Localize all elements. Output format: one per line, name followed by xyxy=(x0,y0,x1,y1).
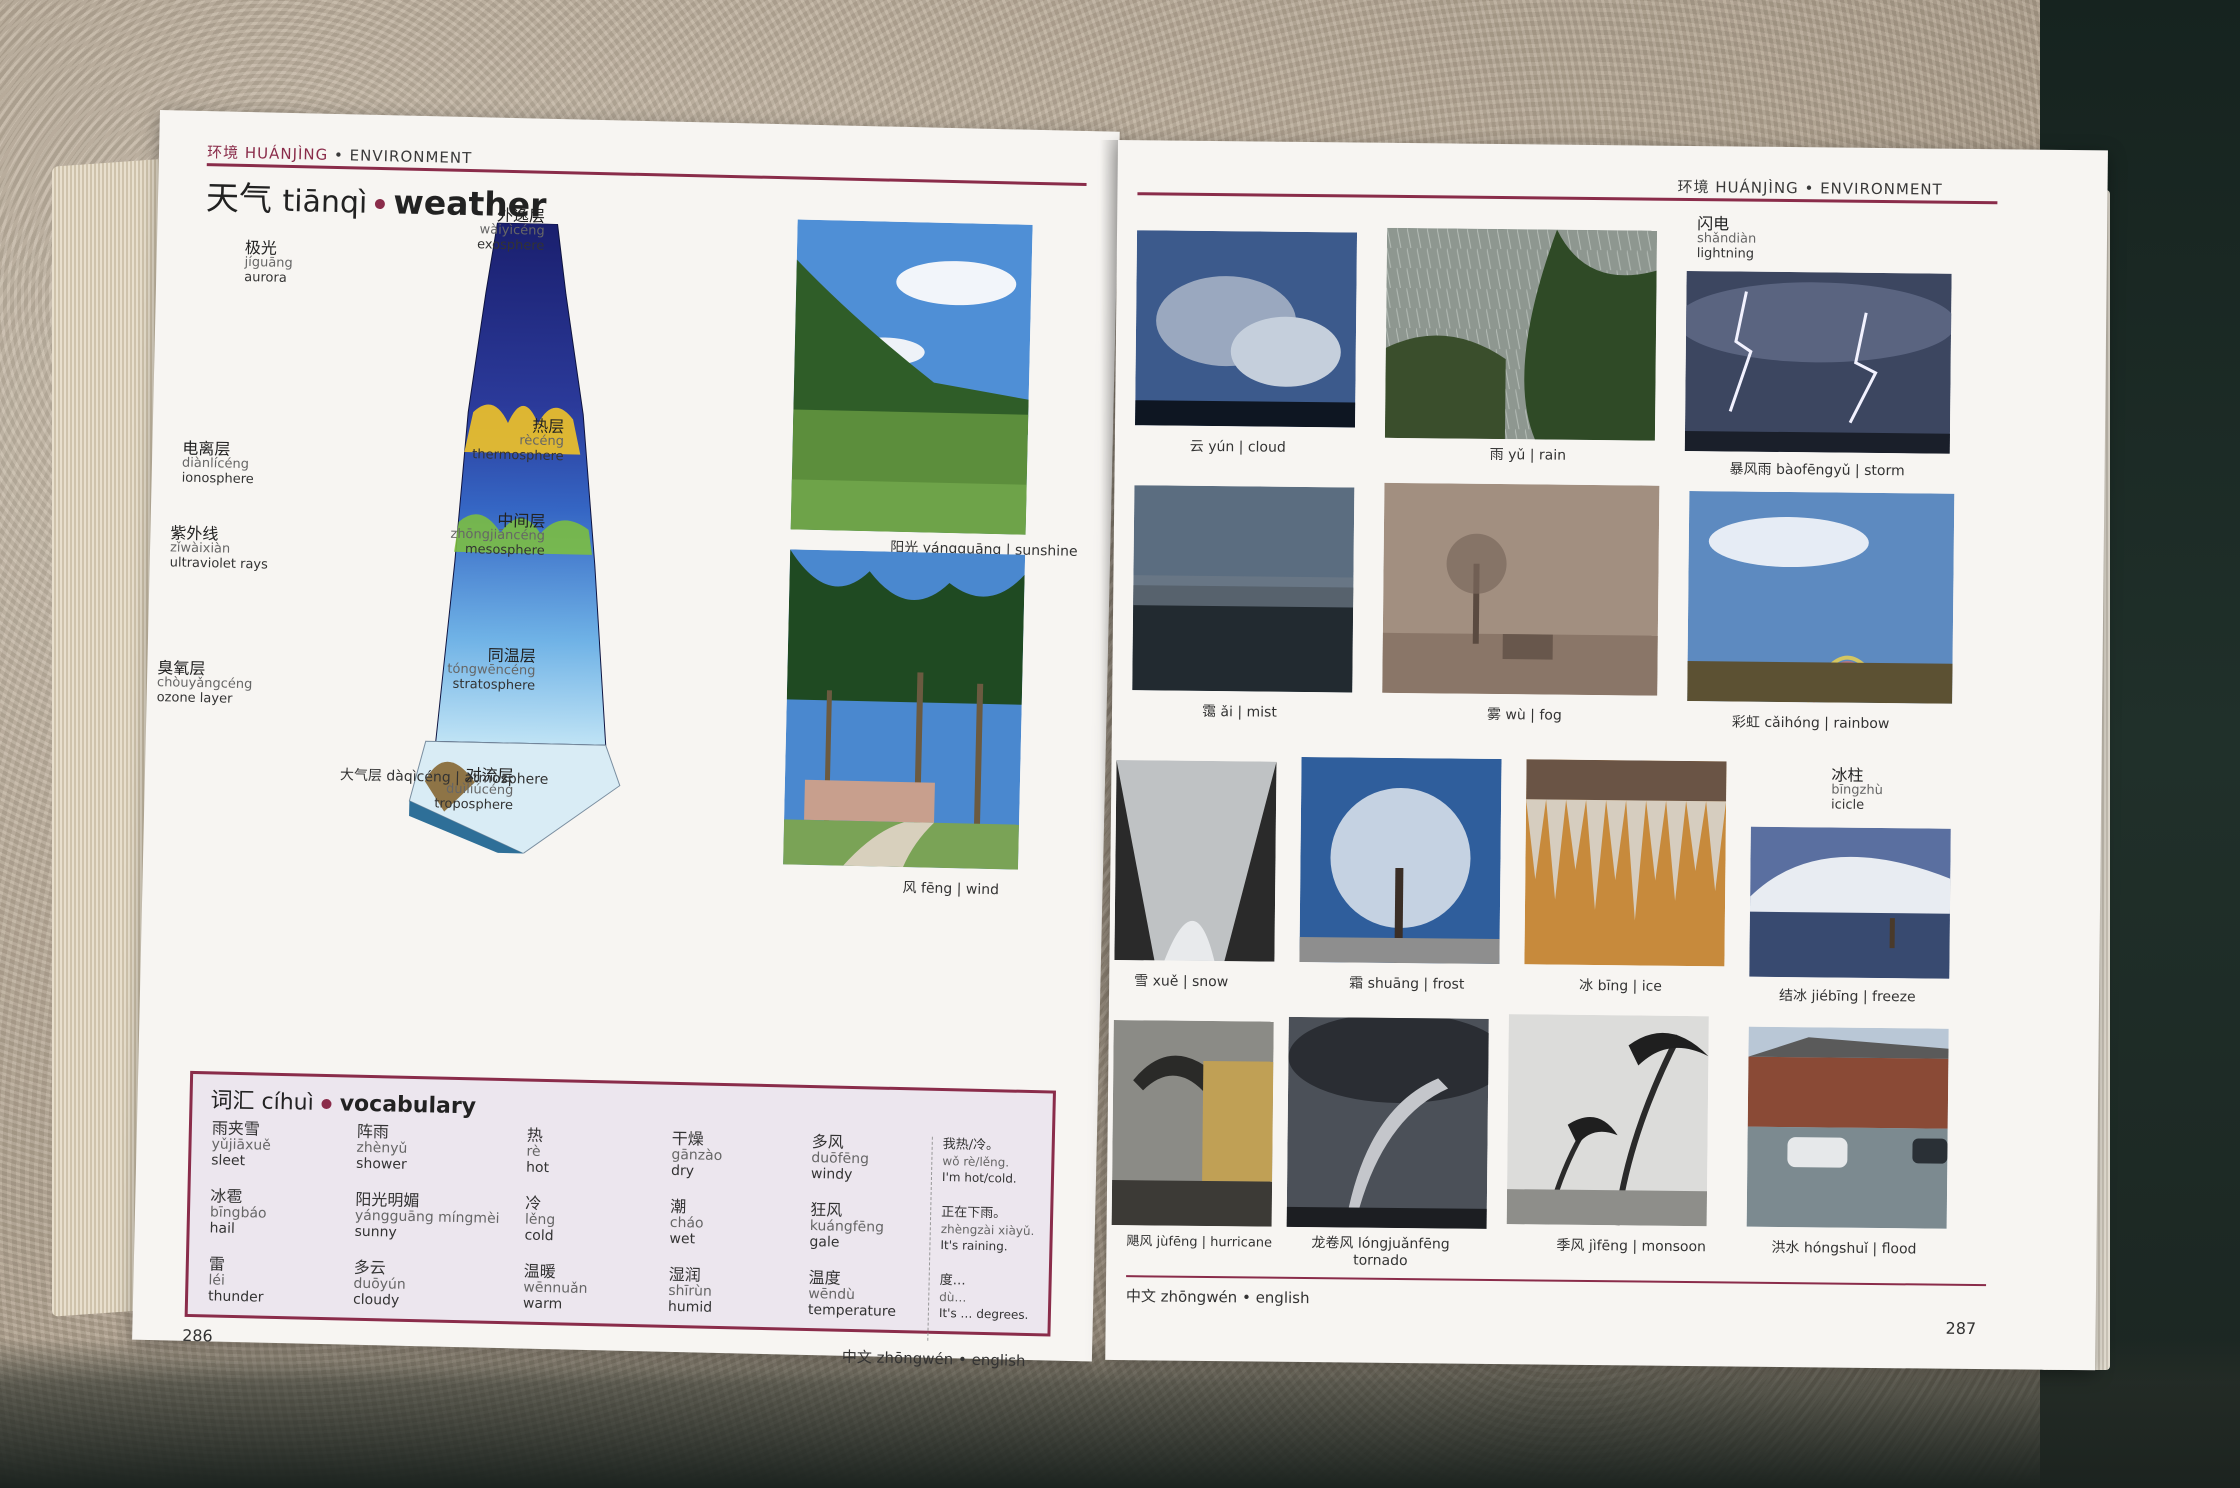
vocab-item: 阳光明媚 yángguāng míngmèi sunny xyxy=(354,1189,500,1241)
vocab-item: 度… dù… It's … degrees. xyxy=(938,1272,1029,1323)
right-page: 环境 HUÁNJÌNG • ENVIRONMENT 云 yún | cloud … xyxy=(1105,140,2108,1371)
snow-caption: 雪 xuě | snow xyxy=(1134,973,1229,991)
storm-caption: 暴风雨 bàofēngyǔ | storm xyxy=(1729,461,1905,480)
monsoon-caption: 季风 jìfēng | monsoon xyxy=(1556,1237,1707,1256)
left-page: 环境 HUÁNJÌNG • ENVIRONMENT 天气 tiānqì weath… xyxy=(132,110,1120,1370)
label-ionosphere: 电离层 diànlícéng ionosphere xyxy=(181,438,254,488)
vocab-column-5: 多风 duōfēng windy 狂风 kuángfēng gale 温度 wēndù te… xyxy=(807,1132,900,1340)
vocab-item: 温暖 wēnnuǎn warm xyxy=(522,1261,588,1313)
vocab-column-3: 热 rè hot 冷 lěng cold 温暖 wēnnuǎn warm xyxy=(522,1125,591,1333)
rainbow-caption: 彩虹 cǎihóng | rainbow xyxy=(1731,714,1890,733)
storm-photo xyxy=(1684,270,1952,454)
page-number-right: 287 xyxy=(1945,1318,1977,1339)
running-head-right: 环境 HUÁNJÌNG • ENVIRONMENT xyxy=(1677,177,1943,199)
frost-caption: 霜 shuāng | frost xyxy=(1349,975,1465,993)
flood-caption: 洪水 hóngshuǐ | flood xyxy=(1771,1239,1917,1258)
vocab-item: 多风 duōfēng windy xyxy=(810,1132,870,1183)
label-lightning: 闪电 shǎndiàn lightning xyxy=(1696,214,1757,262)
label-exosphere: 外逸层 wàiyìcéng exosphere xyxy=(476,205,546,254)
fog-photo xyxy=(1382,482,1660,696)
footer-right: 中文 zhōngwén • english xyxy=(1125,1287,1310,1308)
vocabulary-title: 词汇 cíhuì vocabulary xyxy=(210,1088,477,1120)
vocab-column-1: 雨夹雪 yǔjiāxuě sleet 冰雹 bīngbáo hail 雷 léi thund… xyxy=(207,1118,272,1325)
label-aurora: 极光 jíguāng aurora xyxy=(244,237,293,286)
hurricane-caption: 飓风 jùfēng | hurricane xyxy=(1126,1234,1273,1251)
vocab-item: 我热/冷。 wǒ rè/lěng. I'm hot/cold. xyxy=(941,1137,1017,1186)
mist-photo xyxy=(1132,485,1355,693)
vocab-item: 湿润 shīrùn humid xyxy=(667,1264,713,1316)
vocab-item: 多云 duōyún cloudy xyxy=(352,1257,406,1309)
page-number-left: 286 xyxy=(181,1325,213,1346)
vocab-column-2: 阵雨 zhènyǔ shower 阳光明媚 yángguāng míngmèi sunn… xyxy=(352,1121,501,1331)
label-ultraviolet: 紫外线 zǐwàixiàn ultraviolet rays xyxy=(169,523,269,573)
tornado-caption: 龙卷风 lóngjuǎnfēng tornado xyxy=(1311,1235,1450,1270)
freeze-photo xyxy=(1749,826,1951,979)
footer-rule-right xyxy=(1126,1275,1987,1287)
vocab-item: 阵雨 zhènyǔ shower xyxy=(355,1121,408,1173)
wind-caption: 风 fēng | wind xyxy=(902,880,1000,899)
sunshine-photo xyxy=(790,219,1033,535)
vocab-item: 干燥 gānzào dry xyxy=(670,1128,723,1180)
footer-left: 中文 zhōngwén • english xyxy=(841,1347,1026,1370)
vocab-item: 冰雹 bīngbáo hail xyxy=(209,1186,267,1237)
vocab-item: 潮 cháo wet xyxy=(669,1196,704,1248)
snow-photo xyxy=(1114,760,1277,962)
fog-caption: 雾 wù | fog xyxy=(1486,706,1562,724)
vocab-column-phrases: 我热/冷。 wǒ rè/lěng. I'm hot/cold. 正在下雨。 zhèng… xyxy=(927,1136,1037,1344)
vocab-item: 雷 léi thunder xyxy=(207,1254,264,1306)
frost-photo xyxy=(1299,756,1502,965)
vocab-item: 雨夹雪 yǔjiāxuě sleet xyxy=(211,1118,272,1170)
label-thermosphere: 热层 rècéng thermosphere xyxy=(472,416,565,465)
vocab-item: 狂风 kuángfēng gale xyxy=(809,1200,885,1251)
rain-caption: 雨 yǔ | rain xyxy=(1489,446,1567,464)
freeze-caption: 结冰 jiébīng | freeze xyxy=(1778,987,1916,1006)
tornado-photo xyxy=(1286,1016,1489,1229)
atmosphere-caption: 大气层 dàqìcéng | atmosphere xyxy=(339,767,549,788)
cloud-photo xyxy=(1135,230,1358,428)
rain-photo xyxy=(1384,227,1658,441)
vocab-item: 热 rè hot xyxy=(525,1125,550,1177)
ice-photo xyxy=(1524,759,1727,967)
label-mesosphere: 中间层 zhōngjiāncéng mesosphere xyxy=(450,510,546,559)
vocab-item: 冷 lěng cold xyxy=(524,1193,556,1245)
vocabulary-box: 词汇 cíhuì vocabulary 雨夹雪 yǔjiāxuě sleet 冰雹 bī… xyxy=(184,1070,1056,1344)
label-ozone-layer: 臭氧层 chòuyǎngcéng ozone layer xyxy=(156,658,253,707)
rainbow-photo xyxy=(1687,491,1955,704)
vocab-column-4: 干燥 gānzào dry 潮 cháo wet 湿润 shīrùn humid xyxy=(667,1128,723,1336)
hurricane-photo xyxy=(1111,1020,1274,1227)
label-stratosphere: 同温层 tóngwēncéng stratosphere xyxy=(447,645,536,694)
ice-caption: 冰 bīng | ice xyxy=(1579,977,1663,995)
label-icicle: 冰柱 bīngzhù icicle xyxy=(1830,765,1883,813)
cloud-caption: 云 yún | cloud xyxy=(1189,438,1286,456)
monsoon-photo xyxy=(1506,1014,1709,1227)
vocab-item: 正在下雨。 zhèngzài xiàyǔ. It's raining. xyxy=(940,1205,1035,1254)
vocab-item: 温度 wēndù temperature xyxy=(807,1268,897,1321)
mist-caption: 霭 ǎi | mist xyxy=(1201,703,1277,721)
wind-photo xyxy=(783,549,1026,870)
bullet-dot xyxy=(321,1098,332,1110)
flood-photo xyxy=(1746,1026,1949,1229)
bullet-dot xyxy=(375,198,386,209)
